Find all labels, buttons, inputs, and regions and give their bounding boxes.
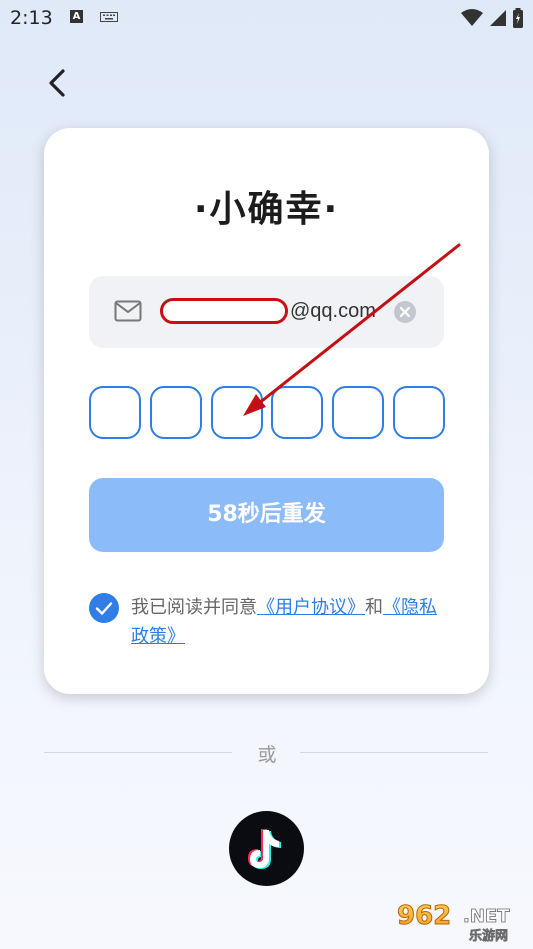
verification-code-input[interactable]: [89, 386, 445, 439]
code-digit-box-2[interactable]: [150, 386, 202, 439]
divider-right: [300, 752, 488, 753]
back-button[interactable]: [38, 64, 78, 104]
divider-left: [44, 752, 232, 753]
divider-or-text: 或: [257, 744, 277, 766]
email-value-suffix: @qq.com: [290, 300, 376, 322]
code-digit-box-4[interactable]: [271, 386, 323, 439]
app-title: ·小确幸·: [193, 189, 340, 230]
svg-text:.NET: .NET: [463, 906, 510, 927]
agreement-conjunction: 和: [365, 597, 383, 618]
svg-text:乐游网: 乐游网: [469, 928, 508, 944]
cell-signal-icon: [490, 10, 506, 26]
status-time: 2:13: [10, 7, 53, 29]
agreement-prefix: 我已阅读并同意: [131, 597, 257, 618]
mail-icon: [114, 300, 142, 322]
keyboard-icon: [100, 12, 118, 22]
battery-charging-icon: [513, 8, 523, 28]
code-digit-box-5[interactable]: [332, 386, 384, 439]
redacted-email-prefix: [160, 298, 288, 324]
code-digit-box-6[interactable]: [393, 386, 445, 439]
code-digit-box-1[interactable]: [89, 386, 141, 439]
resend-code-button[interactable]: 58秒后重发: [89, 478, 444, 552]
text-notification-icon: A: [70, 10, 83, 23]
chevron-left-icon: [49, 69, 65, 97]
agreement-checkbox[interactable]: [89, 593, 119, 623]
wifi-icon: [461, 9, 483, 26]
site-watermark: 962 .NET 乐游网: [393, 896, 529, 945]
checkmark-icon: [95, 602, 113, 615]
tiktok-icon: [248, 829, 281, 869]
watermark-logo: 962 .NET 乐游网: [397, 901, 511, 945]
svg-text:962: 962: [397, 901, 451, 931]
code-digit-box-3[interactable]: [211, 386, 263, 439]
user-agreement-link[interactable]: 《用户协议》: [257, 597, 365, 618]
clear-email-button[interactable]: [393, 300, 417, 324]
agreement-text: 我已阅读并同意《用户协议》和《隐私政策》: [131, 593, 451, 651]
status-bar: 2:13 A: [0, 0, 533, 36]
clear-icon: [394, 301, 416, 323]
tiktok-login-button[interactable]: [229, 811, 304, 886]
